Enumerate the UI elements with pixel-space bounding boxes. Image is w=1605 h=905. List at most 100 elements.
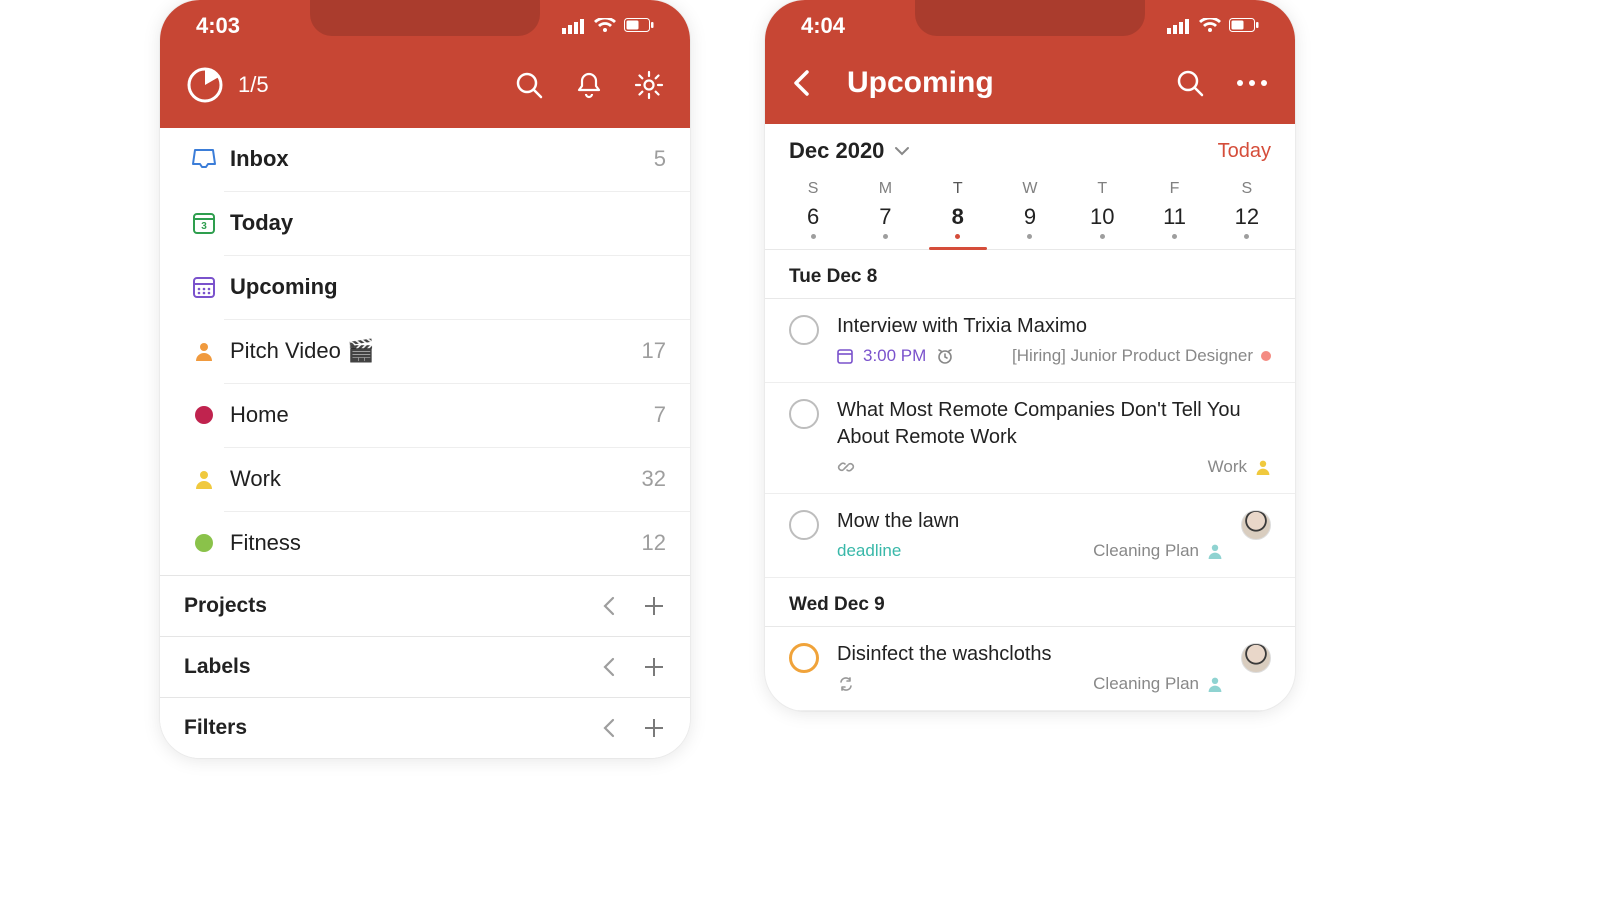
today-icon: 3 <box>184 210 224 236</box>
weekday-label: S <box>1241 180 1252 197</box>
more-icon[interactable] <box>1235 78 1269 88</box>
day-dot-icon <box>1100 234 1105 239</box>
task-row[interactable]: What Most Remote Companies Don't Tell Yo… <box>765 383 1295 494</box>
add-icon[interactable] <box>642 655 666 679</box>
task-project: Work <box>1208 457 1247 477</box>
day-number: 8 <box>922 204 994 230</box>
section-label: Projects <box>184 594 602 618</box>
day-number: 9 <box>994 204 1066 230</box>
search-icon[interactable] <box>1175 68 1205 98</box>
search-icon[interactable] <box>514 70 544 100</box>
section-row[interactable]: Labels <box>160 636 690 697</box>
weekday-label: T <box>1097 180 1107 197</box>
task-meta-right: Work <box>1208 457 1271 477</box>
task-checkbox[interactable] <box>789 315 819 345</box>
day-column[interactable]: S 12 <box>1211 176 1283 249</box>
month-selector: Dec 2020 Today <box>765 124 1295 170</box>
project-count: 7 <box>654 402 666 428</box>
task-project: [Hiring] Junior Product Designer <box>1012 346 1253 366</box>
day-dot-icon <box>1244 234 1249 239</box>
day-column[interactable]: F 11 <box>1138 176 1210 249</box>
task-checkbox[interactable] <box>789 399 819 429</box>
section-row[interactable]: Filters <box>160 697 690 758</box>
productivity-ring-icon[interactable] <box>186 66 224 104</box>
page-title: Upcoming <box>847 66 994 100</box>
day-column[interactable]: M 7 <box>849 176 921 249</box>
day-column[interactable]: W 9 <box>994 176 1066 249</box>
nav-label: Upcoming <box>230 274 666 300</box>
day-dot-icon <box>1172 234 1177 239</box>
project-row[interactable]: Fitness12 <box>160 512 690 575</box>
task-checkbox[interactable] <box>789 510 819 540</box>
phone-right: 4:04 Upcoming <box>765 0 1295 711</box>
back-icon[interactable] <box>791 69 813 97</box>
chevron-down-icon <box>894 145 910 157</box>
status-icons <box>562 18 654 34</box>
header-area: 4:03 1/5 <box>160 0 690 128</box>
assignee-avatar <box>1241 643 1271 673</box>
add-icon[interactable] <box>642 716 666 740</box>
task-checkbox[interactable] <box>789 643 819 673</box>
day-column[interactable]: T 8 <box>922 176 994 249</box>
signal-icon <box>1167 18 1191 34</box>
day-number: 10 <box>1066 204 1138 230</box>
week-strip: S 6 M 7 T 8 W 9 T 10 F 11 S 12 <box>765 170 1295 249</box>
date-heading: Tue Dec 8 <box>765 250 1295 298</box>
project-label: Work <box>230 466 642 492</box>
phone-left: 4:03 1/5 <box>160 0 690 758</box>
project-row[interactable]: Work32 <box>160 448 690 511</box>
task-time: 3:00 PM <box>863 346 926 366</box>
chevron-left-icon[interactable] <box>602 657 616 677</box>
task-row[interactable]: Interview with Trixia Maximo 3:00 PM [Hiri… <box>765 299 1295 383</box>
day-column[interactable]: T 10 <box>1066 176 1138 249</box>
alarm-icon <box>936 347 954 365</box>
today-button[interactable]: Today <box>1218 140 1271 163</box>
add-icon[interactable] <box>642 594 666 618</box>
nav-today[interactable]: 3 Today <box>160 192 690 255</box>
nav-count: 5 <box>654 146 666 172</box>
day-dot-icon <box>883 234 888 239</box>
day-column[interactable]: S 6 <box>777 176 849 249</box>
chevron-left-icon[interactable] <box>602 596 616 616</box>
weekday-label: W <box>1022 180 1037 197</box>
day-dot-icon <box>1027 234 1032 239</box>
header-area: 4:04 Upcoming <box>765 0 1295 124</box>
task-title: What Most Remote Companies Don't Tell Yo… <box>837 397 1271 451</box>
project-label: Pitch Video 🎬 <box>230 338 642 364</box>
month-label: Dec 2020 <box>789 138 884 164</box>
task-title: Interview with Trixia Maximo <box>837 313 1271 340</box>
project-person-icon <box>184 341 224 361</box>
project-person-icon <box>1255 459 1271 475</box>
task-meta-right: [Hiring] Junior Product Designer <box>1012 346 1271 366</box>
task-meta-left: deadline <box>837 541 901 561</box>
nav-list: Inbox 5 3 Today Upcoming Pitch Video 🎬17… <box>160 128 690 758</box>
weekday-label: M <box>879 180 892 197</box>
weekday-label: S <box>808 180 819 197</box>
task-row[interactable]: Mow the lawndeadlineCleaning Plan <box>765 494 1295 578</box>
month-button[interactable]: Dec 2020 <box>789 138 910 164</box>
project-dot-icon <box>184 534 224 552</box>
project-dot-icon <box>184 406 224 424</box>
nav-upcoming[interactable]: Upcoming <box>160 256 690 319</box>
gear-icon[interactable] <box>634 70 664 100</box>
signal-icon <box>562 18 586 34</box>
bell-icon[interactable] <box>574 70 604 100</box>
project-person-icon <box>184 469 224 489</box>
project-row[interactable]: Pitch Video 🎬17 <box>160 320 690 383</box>
section-row[interactable]: Projects <box>160 575 690 636</box>
notch <box>915 0 1145 36</box>
nav-inbox[interactable]: Inbox 5 <box>160 128 690 191</box>
task-meta-left <box>837 458 855 476</box>
section-label: Labels <box>184 655 602 679</box>
task-row[interactable]: Disinfect the washclothsCleaning Plan <box>765 627 1295 711</box>
inbox-icon <box>184 146 224 172</box>
status-icons <box>1167 18 1259 34</box>
task-body: Mow the lawndeadlineCleaning Plan <box>837 508 1223 561</box>
task-body: What Most Remote Companies Don't Tell Yo… <box>837 397 1271 477</box>
chevron-left-icon[interactable] <box>602 718 616 738</box>
task-body: Interview with Trixia Maximo 3:00 PM [Hiri… <box>837 313 1271 366</box>
status-bar: 4:04 <box>765 0 1295 52</box>
project-person-icon <box>1207 676 1223 692</box>
app-header: Upcoming <box>765 52 1295 124</box>
project-row[interactable]: Home7 <box>160 384 690 447</box>
